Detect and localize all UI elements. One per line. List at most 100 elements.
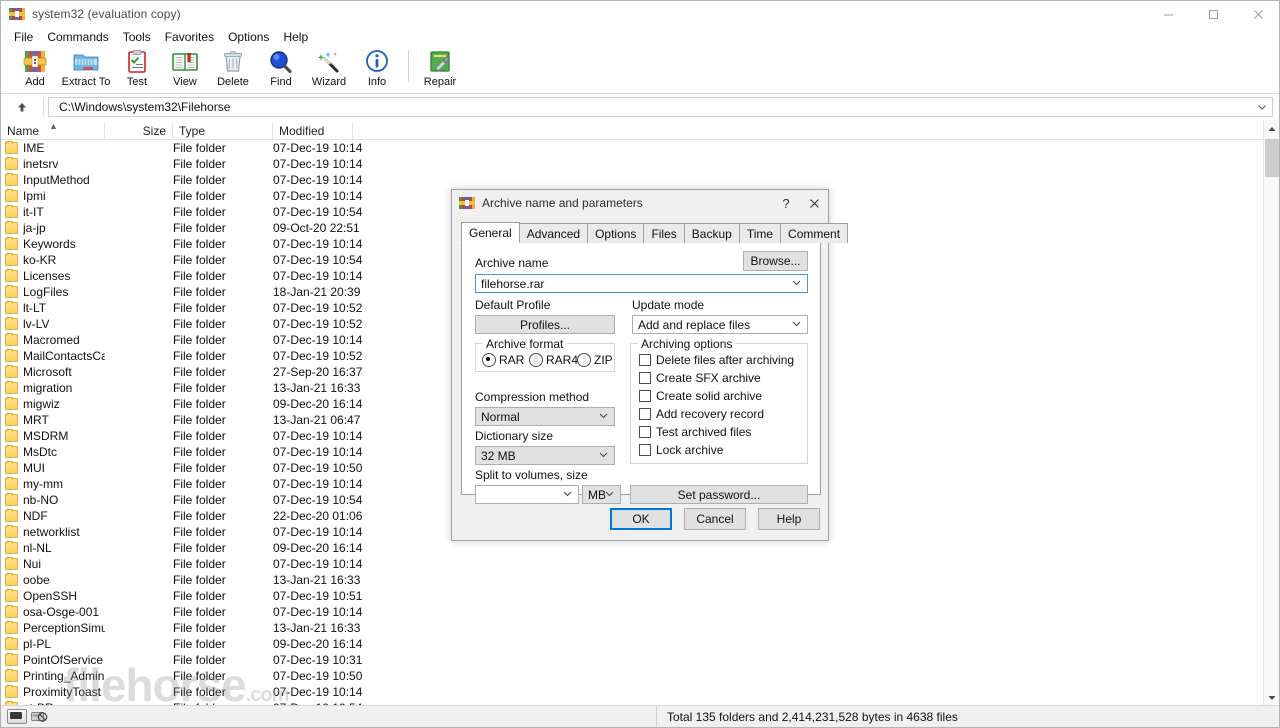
address-bar: C:\Windows\system32\Filehorse (1, 94, 1279, 120)
toolbar-button-test[interactable]: Test (113, 47, 161, 92)
checkbox-test-archived-files[interactable]: Test archived files (639, 425, 794, 439)
toolbar-button-repair[interactable]: Repair (416, 47, 464, 92)
toolbar-button-delete[interactable]: Delete (209, 47, 257, 92)
menu-commands[interactable]: Commands (40, 28, 115, 46)
column-header-type[interactable]: Type (173, 123, 273, 139)
tab-time[interactable]: Time (738, 223, 782, 243)
disk-icon[interactable] (7, 709, 27, 724)
split-volumes-input[interactable] (475, 485, 579, 504)
column-header-modified[interactable]: Modified (273, 123, 353, 139)
file-name-cell: PerceptionSimul... (1, 620, 105, 636)
chevron-down-icon[interactable] (598, 410, 609, 424)
toolbar-label-extract-to: Extract To (61, 76, 111, 88)
file-name-text: ja-jp (23, 221, 46, 235)
compression-method-combo[interactable]: Normal (475, 407, 615, 426)
chevron-down-icon[interactable] (791, 277, 802, 291)
column-header-name[interactable]: Name ▲ (1, 121, 105, 139)
close-icon[interactable] (1236, 1, 1279, 27)
no-archive-icon[interactable] (31, 710, 48, 723)
file-modified-cell: 07-Dec-19 10:14 (273, 141, 363, 155)
chevron-down-icon[interactable] (791, 318, 802, 332)
scrollbar-thumb[interactable] (1265, 139, 1279, 177)
file-name-text: NDF (23, 509, 48, 523)
file-type-cell: File folder (173, 141, 226, 155)
scroll-up-icon[interactable] (1264, 120, 1279, 137)
format-radio-rar[interactable]: RAR (482, 353, 524, 367)
chevron-down-icon[interactable] (1256, 101, 1268, 116)
menu-help[interactable]: Help (276, 28, 315, 46)
table-row[interactable]: nl-NL File folder 09-Dec-20 16:14 (1, 540, 1265, 556)
table-row[interactable]: inetsrv File folder 07-Dec-19 10:14 (1, 156, 1265, 172)
checkbox-add-recovery-record[interactable]: Add recovery record (639, 407, 794, 421)
toolbar-label-repair: Repair (423, 76, 457, 88)
checkbox-label: Create solid archive (656, 389, 763, 403)
toolbar-button-extract-to[interactable]: Extract To (59, 47, 113, 92)
table-row[interactable]: OpenSSH File folder 07-Dec-19 10:51 (1, 588, 1265, 604)
tab-comment[interactable]: Comment (780, 223, 849, 243)
menu-options[interactable]: Options (221, 28, 276, 46)
dialog-help-button[interactable]: ? (772, 190, 800, 216)
tab-backup[interactable]: Backup (683, 223, 740, 243)
dictionary-size-combo[interactable]: 32 MB (475, 446, 615, 465)
menu-favorites[interactable]: Favorites (158, 28, 221, 46)
split-unit-combo[interactable]: MB (582, 485, 621, 504)
toolbar-button-info[interactable]: Info (353, 47, 401, 92)
maximize-icon[interactable] (1191, 1, 1236, 27)
tab-general[interactable]: General (461, 222, 520, 243)
file-name-cell: MsDtc (1, 444, 105, 460)
table-row[interactable]: osa-Osge-001 File folder 07-Dec-19 10:14 (1, 604, 1265, 620)
chevron-down-icon[interactable] (562, 488, 573, 502)
tab-advanced[interactable]: Advanced (518, 223, 589, 243)
toolbar-button-wizard[interactable]: Wizard (305, 47, 353, 92)
menu-tools[interactable]: Tools (116, 28, 158, 46)
toolbar-label-find: Find (270, 76, 292, 88)
table-row[interactable]: pl-PL File folder 09-Dec-20 16:14 (1, 636, 1265, 652)
dialog-tabs[interactable]: General Advanced Options Files Backup Time Com… (461, 222, 849, 244)
tab-files[interactable]: Files (643, 223, 685, 243)
arrow-up-icon[interactable] (5, 96, 39, 118)
table-row[interactable]: ProximityToast File folder 07-Dec-19 10:14 (1, 684, 1265, 700)
cancel-button[interactable]: Cancel (684, 508, 746, 530)
archive-parameters-dialog: Archive name and parameters ? General Adv… (451, 189, 849, 541)
tab-options[interactable]: Options (587, 223, 645, 243)
file-type-cell: File folder (173, 333, 226, 347)
table-row[interactable]: InputMethod File folder 07-Dec-19 10:14 (1, 172, 1265, 188)
chevron-down-icon[interactable] (604, 488, 615, 502)
table-row[interactable]: oobe File folder 13-Jan-21 16:33 (1, 572, 1265, 588)
table-row[interactable]: IME File folder 07-Dec-19 10:14 (1, 140, 1265, 156)
checkbox-label: Lock archive (656, 443, 724, 457)
toolbar-label-info: Info (367, 76, 387, 88)
file-type-cell: File folder (173, 381, 226, 395)
profiles-button[interactable]: Profiles... (475, 315, 615, 334)
help-button[interactable]: Help (758, 508, 820, 530)
folder-icon (5, 205, 18, 218)
update-mode-combo[interactable]: Add and replace files (632, 315, 808, 334)
table-row[interactable]: PointOfService File folder 07-Dec-19 10:31 (1, 652, 1265, 668)
scroll-down-icon[interactable] (1264, 689, 1279, 706)
dictionary-size-label: Dictionary size (475, 429, 554, 443)
checkbox-lock-archive[interactable]: Lock archive (639, 443, 794, 457)
toolbar-button-add[interactable]: Add (11, 47, 59, 92)
table-row[interactable]: Nui File folder 07-Dec-19 10:14 (1, 556, 1265, 572)
vertical-scrollbar[interactable] (1263, 120, 1279, 706)
checkbox-delete-files-after-archiving[interactable]: Delete files after archiving (639, 353, 794, 367)
table-row[interactable]: PerceptionSimul... File folder 13-Jan-21 1… (1, 620, 1265, 636)
format-radio-rar4[interactable]: RAR4 (529, 353, 578, 367)
column-header-size[interactable]: Size (105, 123, 173, 139)
table-row[interactable]: Printing_Admin... File folder 07-Dec-19 10… (1, 668, 1265, 684)
toolbar-button-view[interactable]: View (161, 47, 209, 92)
format-radio-zip[interactable]: ZIP (577, 353, 613, 367)
set-password-button[interactable]: Set password... (630, 485, 808, 504)
checkbox-create-solid-archive[interactable]: Create solid archive (639, 389, 794, 403)
file-name-cell: NDF (1, 508, 105, 524)
chevron-down-icon[interactable] (598, 449, 609, 463)
dialog-close-icon[interactable] (800, 190, 828, 216)
checkbox-create-sfx-archive[interactable]: Create SFX archive (639, 371, 794, 385)
ok-button[interactable]: OK (610, 508, 672, 530)
browse-button[interactable]: Browse... (743, 251, 808, 271)
minimize-icon[interactable] (1146, 1, 1191, 27)
archive-name-input[interactable]: filehorse.rar (475, 274, 808, 293)
menu-file[interactable]: File (7, 28, 40, 46)
address-combo[interactable]: C:\Windows\system32\Filehorse (48, 97, 1273, 117)
toolbar-button-find[interactable]: Find (257, 47, 305, 92)
